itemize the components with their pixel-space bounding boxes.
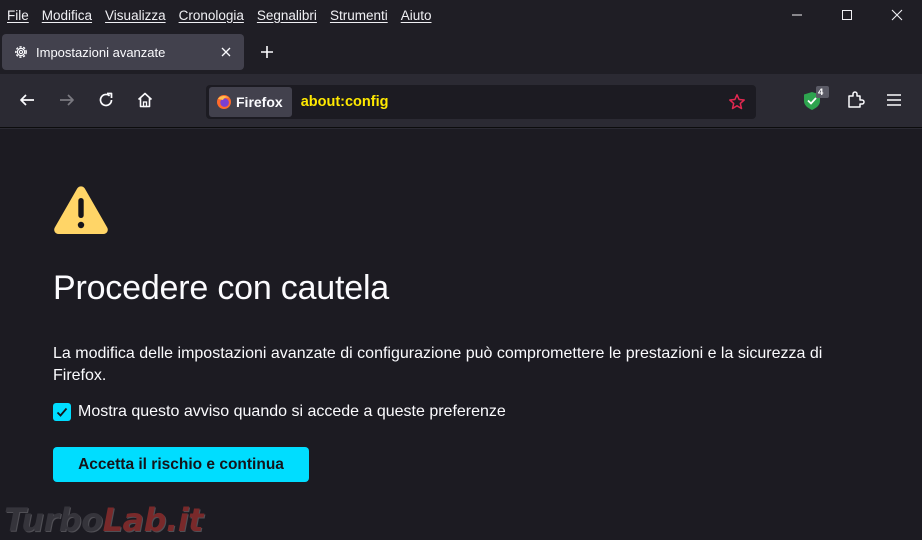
watermark-text-accent: Lab.it	[102, 501, 204, 539]
watermark-logo: TurboLab.it	[4, 501, 203, 539]
plus-icon	[261, 46, 273, 58]
maximize-button[interactable]	[822, 0, 872, 30]
menu-aiuto[interactable]: Aiuto	[401, 8, 432, 23]
tab-close-button[interactable]	[214, 40, 238, 64]
back-button[interactable]	[10, 83, 44, 117]
minimize-icon	[792, 14, 802, 16]
extensions-button[interactable]	[838, 83, 872, 117]
show-warning-option[interactable]: Mostra questo avviso quando si accede a …	[53, 403, 506, 421]
back-arrow-icon	[20, 94, 34, 106]
window-controls	[772, 0, 922, 30]
checkmark-icon	[56, 407, 68, 417]
accept-risk-button[interactable]: Accetta il rischio e continua	[53, 447, 309, 482]
menu-strumenti[interactable]: Strumenti	[330, 8, 388, 23]
home-icon	[137, 92, 153, 108]
extension-shield-button[interactable]: 4	[799, 83, 833, 117]
reload-icon	[99, 92, 113, 107]
page-title: Procedere con cautela	[53, 269, 390, 307]
app-menu-button[interactable]	[877, 83, 911, 117]
bookmark-star-button[interactable]	[722, 87, 752, 117]
menu-file[interactable]: File	[7, 8, 29, 23]
new-tab-button[interactable]	[252, 38, 282, 66]
url-bar[interactable]: Firefox about:config	[206, 85, 756, 119]
shield-icon	[804, 86, 829, 110]
puzzle-icon	[848, 91, 865, 108]
firefox-logo-icon	[217, 95, 231, 109]
close-icon	[891, 9, 903, 21]
tab-impostazioni-avanzate[interactable]: Impostazioni avanzate	[2, 34, 244, 70]
close-window-button[interactable]	[872, 0, 922, 30]
star-icon	[729, 94, 745, 110]
forward-button[interactable]	[50, 83, 84, 117]
tab-strip: Impostazioni avanzate	[0, 30, 922, 74]
identity-box[interactable]: Firefox	[209, 87, 292, 117]
menu-bar: File Modifica Visualizza Cronologia Segn…	[0, 0, 922, 30]
maximize-icon	[842, 10, 852, 20]
forward-arrow-icon	[60, 94, 74, 106]
show-warning-checkbox[interactable]	[53, 403, 71, 421]
watermark-text-main: Turbo	[4, 501, 103, 539]
reload-button[interactable]	[89, 83, 123, 117]
menu-visualizza[interactable]: Visualizza	[105, 8, 166, 23]
url-text[interactable]: about:config	[301, 94, 722, 110]
menu-segnalibri[interactable]: Segnalibri	[257, 8, 317, 23]
show-warning-label[interactable]: Mostra questo avviso quando si accede a …	[78, 403, 506, 421]
menu-items: File Modifica Visualizza Cronologia Segn…	[0, 8, 445, 23]
hamburger-menu-icon	[887, 94, 901, 106]
minimize-button[interactable]	[772, 0, 822, 30]
extension-badge: 4	[818, 87, 824, 98]
warning-icon	[54, 186, 108, 234]
warning-description: La modifica delle impostazioni avanzate …	[53, 345, 823, 384]
menu-cronologia[interactable]: Cronologia	[179, 8, 244, 23]
close-icon	[221, 47, 231, 57]
menu-modifica[interactable]: Modifica	[42, 8, 92, 23]
home-button[interactable]	[128, 83, 162, 117]
page-content: Procedere con cautela La modifica delle …	[0, 129, 922, 540]
tab-label: Impostazioni avanzate	[36, 44, 166, 60]
navigation-toolbar: Firefox about:config 4	[0, 74, 922, 128]
gear-icon	[12, 43, 30, 61]
identity-label: Firefox	[236, 94, 283, 110]
